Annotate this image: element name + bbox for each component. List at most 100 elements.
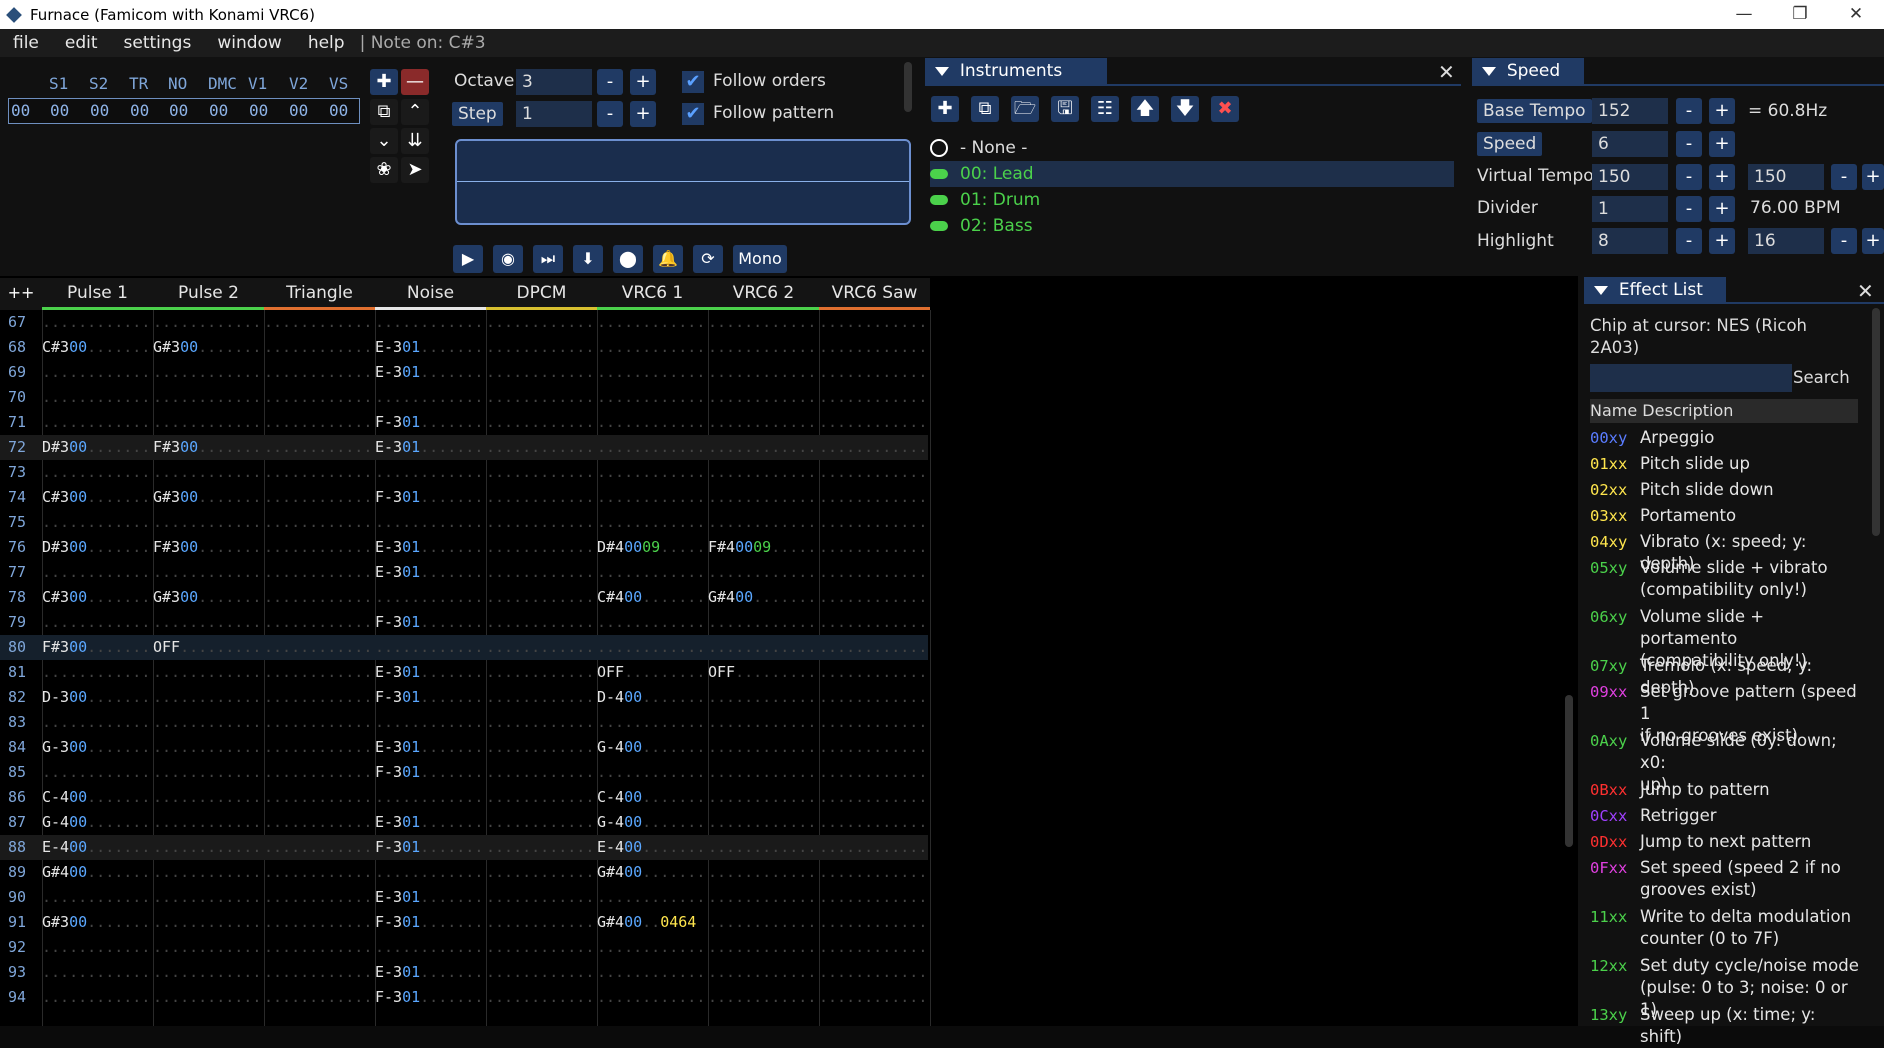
pattern-cell[interactable]: ............: [153, 685, 261, 710]
pattern-cell[interactable]: ............: [819, 360, 927, 385]
pattern-row[interactable]: 78 C#300....... G#300.....................…: [0, 585, 928, 610]
pattern-cell[interactable]: ............: [819, 910, 927, 935]
vol-value[interactable]: 00: [289, 101, 308, 120]
pattern-cell[interactable]: ............: [264, 835, 372, 860]
pattern-cell[interactable]: ............: [375, 460, 483, 485]
pattern-cell[interactable]: E-301.......: [375, 960, 483, 985]
pattern-cell[interactable]: ............: [708, 810, 816, 835]
pattern-cell[interactable]: ............: [486, 360, 594, 385]
pattern-cell[interactable]: ............: [597, 510, 705, 535]
pattern-cell[interactable]: F#40009.....: [708, 535, 816, 560]
pattern-cell[interactable]: ............: [486, 410, 594, 435]
pattern-row[interactable]: 77.................................... E-…: [0, 560, 928, 585]
pattern-cell[interactable]: ............: [819, 735, 927, 760]
pattern-cell[interactable]: ............: [819, 435, 927, 460]
pattern-row[interactable]: 75......................................…: [0, 510, 928, 535]
pattern-cell[interactable]: ............: [264, 560, 372, 585]
pattern-cell[interactable]: ............: [597, 960, 705, 985]
pattern-cell[interactable]: F-301.......: [375, 410, 483, 435]
pattern-cell[interactable]: ............: [42, 410, 150, 435]
pattern-cell[interactable]: ............: [264, 585, 372, 610]
virtual-tempo-plus[interactable]: +: [1709, 164, 1735, 190]
pattern-row[interactable]: 93.................................... E-…: [0, 960, 928, 985]
pattern-cell[interactable]: ............: [708, 960, 816, 985]
pattern-cell[interactable]: ............: [597, 485, 705, 510]
pattern-cell[interactable]: F-301.......: [375, 910, 483, 935]
pattern-cell[interactable]: ............: [486, 335, 594, 360]
pattern-cell[interactable]: D-300.......: [42, 685, 150, 710]
pattern-cell[interactable]: ............: [375, 635, 483, 660]
pattern-cell[interactable]: G#300.......: [153, 485, 261, 510]
pattern-cell[interactable]: ............: [264, 535, 372, 560]
vol-value[interactable]: 00: [329, 101, 348, 120]
pattern-cell[interactable]: ............: [597, 985, 705, 1010]
pattern-cell[interactable]: ............: [153, 710, 261, 735]
octave-minus-button[interactable]: -: [597, 69, 623, 95]
pattern-cell[interactable]: ............: [819, 835, 927, 860]
effect-scrollbar[interactable]: [1872, 308, 1880, 536]
pattern-cell[interactable]: ............: [375, 860, 483, 885]
pattern-cell[interactable]: ............: [153, 785, 261, 810]
play-from-cursor-icon[interactable]: ◉: [493, 245, 523, 273]
pattern-cell[interactable]: D-400.......: [597, 685, 705, 710]
pattern-cell[interactable]: OFF.........: [597, 660, 705, 685]
pattern-cell[interactable]: ............: [819, 385, 927, 410]
pattern-cell[interactable]: C#300.......: [42, 585, 150, 610]
pattern-row[interactable]: 85.................................... F-…: [0, 760, 928, 785]
pattern-cell[interactable]: ............: [264, 460, 372, 485]
pattern-row[interactable]: 83......................................…: [0, 710, 928, 735]
step-label[interactable]: Step: [452, 102, 503, 126]
pattern-cell[interactable]: ............: [486, 785, 594, 810]
pattern-row[interactable]: 88 E-400............................... F-…: [0, 835, 928, 860]
pattern-cell[interactable]: ............: [819, 485, 927, 510]
pattern-cell[interactable]: C-400.......: [42, 785, 150, 810]
record-icon[interactable]: ⬤: [613, 245, 643, 273]
pattern-cell[interactable]: ............: [42, 610, 150, 635]
pattern-cell[interactable]: ............: [264, 635, 372, 660]
pattern-cell[interactable]: ............: [486, 935, 594, 960]
pattern-cell[interactable]: ............: [264, 335, 372, 360]
pattern-cell[interactable]: ............: [597, 935, 705, 960]
close-window-button[interactable]: ✕: [1828, 0, 1884, 29]
pattern-cell[interactable]: F#300.......: [42, 635, 150, 660]
menu-settings[interactable]: settings: [111, 33, 205, 53]
pattern-row[interactable]: 74 C#300....... G#300................... F-…: [0, 485, 928, 510]
pattern-cell[interactable]: ............: [153, 385, 261, 410]
pattern-cell[interactable]: ............: [42, 960, 150, 985]
speed-tab[interactable]: Speed: [1472, 58, 1584, 84]
pattern-cell[interactable]: ............: [597, 710, 705, 735]
pattern-cell[interactable]: ............: [375, 935, 483, 960]
instrument-item-lead[interactable]: 00: Lead: [930, 161, 1454, 187]
add-instrument-icon[interactable]: ✚: [931, 96, 959, 122]
pattern-cell[interactable]: ............: [486, 510, 594, 535]
pattern-cell[interactable]: F-301.......: [375, 760, 483, 785]
pattern-cell[interactable]: ............: [819, 610, 927, 635]
pattern-cell[interactable]: ............: [819, 635, 927, 660]
restore-button[interactable]: ❐: [1772, 0, 1828, 29]
pattern-cell[interactable]: ............: [819, 710, 927, 735]
pattern-cell[interactable]: ............: [486, 485, 594, 510]
pattern-cell[interactable]: ............: [486, 710, 594, 735]
pattern-cell[interactable]: ............: [264, 735, 372, 760]
virtual-tempo-den-minus[interactable]: -: [1831, 164, 1857, 190]
pattern-cell[interactable]: ............: [42, 885, 150, 910]
channel-header[interactable]: VRC6 2: [708, 278, 819, 310]
pattern-cell[interactable]: E-301.......: [375, 335, 483, 360]
pattern-cell[interactable]: ............: [486, 585, 594, 610]
pattern-cell[interactable]: ............: [486, 735, 594, 760]
pattern-cell[interactable]: ............: [153, 910, 261, 935]
step-row-icon[interactable]: ⏭: [533, 245, 563, 273]
pattern-cell[interactable]: ............: [486, 985, 594, 1010]
channel-header[interactable]: Triangle: [264, 278, 375, 310]
pattern-cell[interactable]: ............: [42, 760, 150, 785]
repeat-icon[interactable]: ⟳: [693, 245, 723, 273]
stop-icon[interactable]: ⬇: [573, 245, 603, 273]
pattern-cell[interactable]: ............: [264, 660, 372, 685]
pattern-cell[interactable]: ............: [264, 360, 372, 385]
octave-plus-button[interactable]: +: [630, 69, 656, 95]
instrument-none[interactable]: - None -: [930, 135, 1027, 161]
pattern-cell[interactable]: ............: [708, 610, 816, 635]
pattern-cell[interactable]: ............: [153, 935, 261, 960]
pattern-cell[interactable]: ............: [264, 910, 372, 935]
collapse-icon[interactable]: [1594, 285, 1608, 295]
